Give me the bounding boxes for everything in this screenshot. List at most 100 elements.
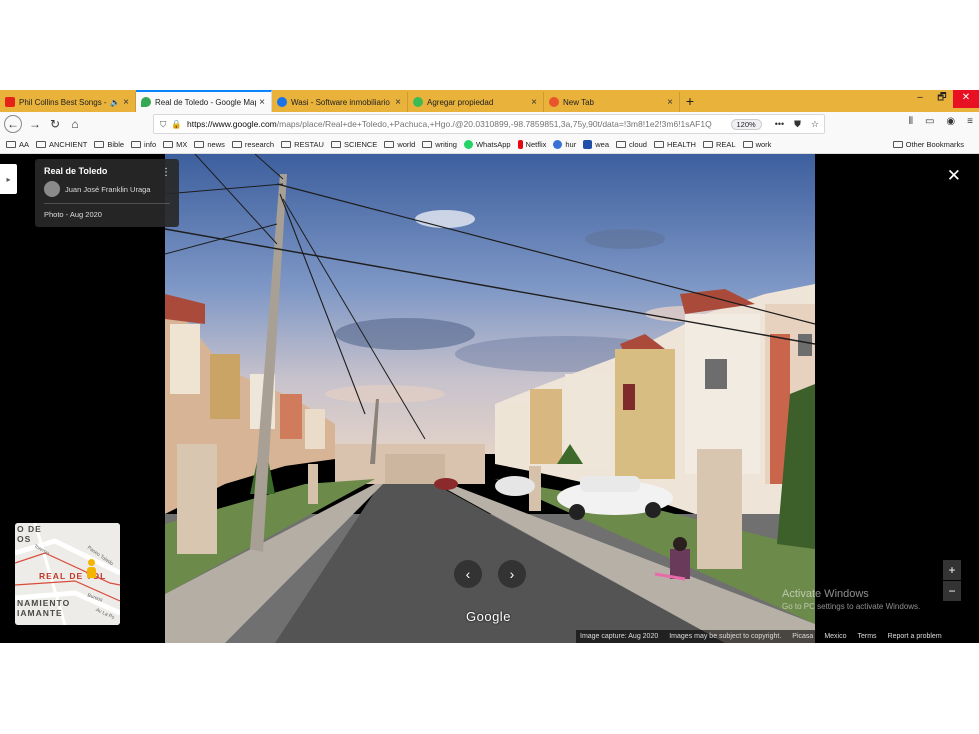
new-tab-button[interactable]: + <box>680 92 700 112</box>
star-icon[interactable]: ☆ <box>811 119 819 130</box>
home-button[interactable]: ⌂ <box>65 114 85 134</box>
bookmark-folder[interactable]: research <box>231 140 274 149</box>
bookmark-folder[interactable]: work <box>742 140 771 149</box>
folder-icon <box>616 141 626 148</box>
bookmark-folder[interactable]: writing <box>422 140 457 149</box>
pocket-icon[interactable]: ⛊ <box>794 119 801 130</box>
sidebar-icon[interactable]: ▭ <box>925 116 934 127</box>
bookmark-folder[interactable]: news <box>194 140 225 149</box>
tab-wasi[interactable]: Wasi - Software inmobiliario × <box>272 92 408 112</box>
toolbar-right: ⫴ ▭ ◉ ≡ <box>909 116 973 127</box>
url-text[interactable]: https://www.google.com/maps/place/Real+d… <box>187 119 731 129</box>
shield-icon[interactable]: ⛉ <box>160 119 166 130</box>
close-tab-icon[interactable]: × <box>531 97 537 108</box>
bookmark-folder[interactable]: HEALTH <box>653 140 696 149</box>
url-bar[interactable]: ⛉ 🔒 https://www.google.com/maps/place/Re… <box>153 114 825 134</box>
folder-icon <box>422 141 433 148</box>
bookmark-folder[interactable]: cloud <box>616 140 647 149</box>
tab-title: Agregar propiedad <box>427 97 494 107</box>
tab-youtube[interactable]: Phil Collins Best Songs - Ph 🔈 × <box>0 92 136 112</box>
close-viewer-button[interactable]: ✕ <box>947 166 961 186</box>
zoom-controls: + − <box>943 560 961 601</box>
bookmark-hur[interactable]: hur <box>553 140 576 149</box>
close-tab-icon[interactable]: × <box>395 97 401 108</box>
tab-google-maps[interactable]: Real de Toledo - Google Maps × <box>136 90 272 112</box>
zoom-out-button[interactable]: − <box>943 581 961 601</box>
bookmark-label: SCIENCE <box>343 140 378 149</box>
copyright-notice[interactable]: Images may be subject to copyright. <box>669 633 781 640</box>
bookmark-label: cloud <box>629 140 647 149</box>
folder-icon <box>36 141 47 148</box>
street-view-viewer[interactable]: ▸ Real de Toledo Juan José Franklin Urag… <box>0 154 979 643</box>
tab-title: New Tab <box>563 97 594 107</box>
pegman-icon[interactable] <box>87 559 96 579</box>
photo-author[interactable]: Juan José Franklin Uraga <box>44 181 170 197</box>
folder-icon <box>131 141 142 148</box>
account-icon[interactable]: ◉ <box>946 116 955 127</box>
zoom-in-button[interactable]: + <box>943 560 961 580</box>
bookmark-folder[interactable]: REAL <box>702 140 736 149</box>
place-name[interactable]: Real de Toledo <box>44 166 170 176</box>
bookmark-folder[interactable]: RESTAU <box>281 140 324 149</box>
bookmark-label: ANCHIENT <box>49 140 88 149</box>
more-actions-icon[interactable]: ••• <box>775 119 784 129</box>
bookmark-whatsapp[interactable]: WhatsApp <box>463 140 511 149</box>
bookmark-label: Netflix <box>525 140 547 149</box>
menu-icon[interactable]: ≡ <box>967 116 973 127</box>
previous-photo-button[interactable]: ‹ <box>454 560 482 588</box>
close-tab-icon[interactable]: × <box>667 97 673 108</box>
zoom-level[interactable]: 120% <box>730 118 762 130</box>
restore-button[interactable]: 🗗 <box>931 90 953 108</box>
folder-icon <box>194 141 205 148</box>
weather-site-icon <box>583 140 593 149</box>
bookmark-label: RESTAU <box>294 140 324 149</box>
bookmark-label: HEALTH <box>666 140 696 149</box>
bookmark-folder[interactable]: AA <box>6 140 29 149</box>
bookmark-folder[interactable]: ANCHIENT <box>36 140 87 149</box>
whatsapp-icon <box>463 140 473 149</box>
folder-icon <box>892 141 903 148</box>
activate-title: Activate Windows <box>782 588 869 600</box>
bookmark-netflix[interactable]: Netflix <box>517 140 547 149</box>
forward-button[interactable]: → <box>25 114 45 134</box>
street-view-photo[interactable] <box>165 154 815 643</box>
bookmark-folder[interactable]: Bible <box>94 140 124 149</box>
library-icon[interactable]: ⫴ <box>909 116 913 127</box>
bookmarks-bar: AA ANCHIENT Bible info MX news research … <box>0 136 979 154</box>
bookmark-folder[interactable]: info <box>131 140 156 149</box>
next-photo-button[interactable]: › <box>498 560 526 588</box>
tab-agregar[interactable]: Agregar propiedad × <box>408 92 544 112</box>
minimap[interactable]: O DE OS REAL DE TOL NAMIENTO IAMANTE Tor… <box>15 523 120 625</box>
region-link[interactable]: Mexico <box>824 633 846 640</box>
reload-button[interactable]: ↻ <box>45 114 65 134</box>
terms-link[interactable]: Terms <box>858 633 877 640</box>
close-tab-icon[interactable]: × <box>123 97 129 108</box>
activate-subtitle: Go to PC settings to activate Windows. <box>782 602 921 611</box>
google-logo: Google <box>466 609 511 624</box>
back-button[interactable]: ← <box>4 115 22 133</box>
minimize-button[interactable]: – <box>909 90 931 108</box>
lock-icon[interactable]: 🔒 <box>171 119 182 130</box>
bookmark-folder[interactable]: SCIENCE <box>330 140 378 149</box>
more-options-icon[interactable]: ⋮ <box>161 167 171 178</box>
windows-activation-watermark: Activate Windows Go to PC settings to ac… <box>782 588 920 611</box>
report-problem-link[interactable]: Report a problem <box>888 633 942 640</box>
bookmark-folder[interactable]: MX <box>163 140 187 149</box>
weather-icon <box>553 140 563 149</box>
bookmark-label: info <box>144 140 157 149</box>
other-bookmarks[interactable]: Other Bookmarks <box>892 140 964 149</box>
expand-panel-button[interactable]: ▸ <box>0 164 17 194</box>
minimap-label: IAMANTE <box>17 608 63 618</box>
tab-new-tab[interactable]: New Tab × <box>544 92 680 112</box>
speaker-icon[interactable]: 🔈 <box>110 98 120 107</box>
bookmark-label: news <box>207 140 225 149</box>
photo-date: Photo - Aug 2020 <box>44 210 102 219</box>
map-footer: Image capture: Aug 2020 Images may be su… <box>576 630 979 643</box>
bookmark-folder[interactable]: world <box>384 140 415 149</box>
bookmark-label: AA <box>19 140 30 149</box>
close-window-button[interactable]: ✕ <box>953 90 979 108</box>
bookmark-wea[interactable]: wea <box>583 140 609 149</box>
bookmark-label: Bible <box>107 140 125 149</box>
picasa-link[interactable]: Picasa <box>792 633 813 640</box>
close-tab-icon[interactable]: × <box>259 97 265 108</box>
